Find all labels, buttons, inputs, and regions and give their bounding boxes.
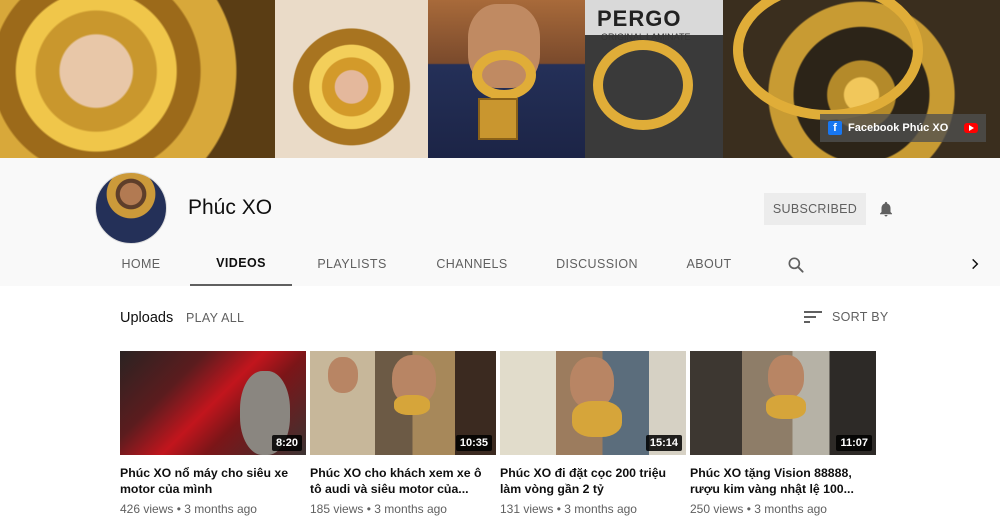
youtube-icon	[964, 123, 978, 133]
banner-photo-gold-ring-2	[275, 0, 428, 158]
video-title[interactable]: Phúc XO đi đặt cọc 200 triệu làm vòng gầ…	[500, 465, 686, 497]
thumb-gold	[572, 401, 622, 437]
video-duration: 8:20	[271, 435, 302, 451]
tab-discussion[interactable]: DISCUSSION	[550, 242, 644, 286]
channel-avatar[interactable]	[95, 172, 167, 244]
thumb-gold	[766, 395, 806, 419]
facebook-link-label: Facebook Phúc XO	[848, 122, 949, 134]
tab-home[interactable]: HOME	[108, 242, 174, 286]
channel-header: Phúc XO SUBSCRIBED HOME VIDEOS PLAYLISTS…	[0, 158, 1000, 286]
video-thumbnail[interactable]: 10:35	[310, 351, 496, 455]
subscribed-button[interactable]: SUBSCRIBED	[764, 193, 866, 225]
facebook-icon: f	[828, 121, 842, 135]
video-age: 3 months ago	[184, 502, 257, 516]
play-all-button[interactable]: PLAY ALL	[186, 311, 244, 325]
video-item[interactable]: 11:07 Phúc XO tặng Vision 88888, rượu ki…	[690, 351, 876, 516]
video-age: 3 months ago	[564, 502, 637, 516]
channel-tabs: HOME VIDEOS PLAYLISTS CHANNELS DISCUSSIO…	[0, 242, 1000, 286]
banner-gold-chain-3	[733, 0, 923, 120]
video-thumbnail[interactable]: 11:07	[690, 351, 876, 455]
meta-separator: •	[556, 502, 561, 516]
facebook-link[interactable]: f Facebook Phúc XO	[820, 114, 986, 142]
video-meta: 131 views • 3 months ago	[500, 502, 686, 516]
channel-banner: PERGO ORIGINAL LAMINATE f Facebook Phúc …	[0, 0, 1000, 158]
sort-by-label: SORT BY	[832, 310, 889, 324]
uploads-heading[interactable]: Uploads	[120, 310, 173, 326]
video-title[interactable]: Phúc XO cho khách xem xe ô tô audi và si…	[310, 465, 496, 497]
thumb-person	[768, 355, 804, 399]
video-item[interactable]: 15:14 Phúc XO đi đặt cọc 200 triệu làm v…	[500, 351, 686, 516]
video-thumbnail[interactable]: 8:20	[120, 351, 306, 455]
video-age: 3 months ago	[754, 502, 827, 516]
banner-gold-pendant	[478, 98, 518, 140]
channel-name: Phúc XO	[188, 196, 273, 219]
video-age: 3 months ago	[374, 502, 447, 516]
search-icon[interactable]	[786, 255, 806, 275]
sort-by-button[interactable]: SORT BY	[804, 310, 889, 324]
video-item[interactable]: 8:20 Phúc XO nổ máy cho siêu xe motor củ…	[120, 351, 306, 516]
banner-photo-gold-ring	[0, 0, 275, 158]
video-duration: 11:07	[836, 435, 872, 451]
banner-photo-store: PERGO ORIGINAL LAMINATE	[585, 0, 723, 158]
meta-separator: •	[176, 502, 181, 516]
banner-photo-portrait	[428, 0, 585, 158]
video-views: 250 views	[690, 502, 744, 516]
sort-icon	[804, 311, 822, 323]
video-title[interactable]: Phúc XO nổ máy cho siêu xe motor của mìn…	[120, 465, 306, 497]
video-duration: 10:35	[455, 435, 492, 451]
video-thumbnail[interactable]: 15:14	[500, 351, 686, 455]
video-meta: 250 views • 3 months ago	[690, 502, 876, 516]
video-views: 131 views	[500, 502, 554, 516]
video-title[interactable]: Phúc XO tặng Vision 88888, rượu kim vàng…	[690, 465, 876, 497]
video-grid: 8:20 Phúc XO nổ máy cho siêu xe motor củ…	[120, 351, 880, 530]
thumb-person	[328, 357, 358, 393]
chevron-right-icon[interactable]	[968, 256, 982, 272]
thumb-gold	[394, 395, 430, 415]
meta-separator: •	[366, 502, 371, 516]
meta-separator: •	[746, 502, 751, 516]
video-meta: 185 views • 3 months ago	[310, 502, 496, 516]
video-views: 185 views	[310, 502, 364, 516]
video-views: 426 views	[120, 502, 174, 516]
video-meta: 426 views • 3 months ago	[120, 502, 306, 516]
tab-about[interactable]: ABOUT	[678, 242, 740, 286]
tab-videos[interactable]: VIDEOS	[190, 242, 292, 286]
bell-icon[interactable]	[877, 199, 895, 219]
video-item[interactable]: 10:35 Phúc XO cho khách xem xe ô tô audi…	[310, 351, 496, 516]
tab-channels[interactable]: CHANNELS	[428, 242, 516, 286]
banner-store-sign: PERGO	[597, 6, 682, 31]
banner-gold-chain	[472, 50, 536, 100]
banner-gold-chain-2	[593, 40, 693, 130]
video-duration: 15:14	[645, 435, 682, 451]
tab-playlists[interactable]: PLAYLISTS	[308, 242, 396, 286]
